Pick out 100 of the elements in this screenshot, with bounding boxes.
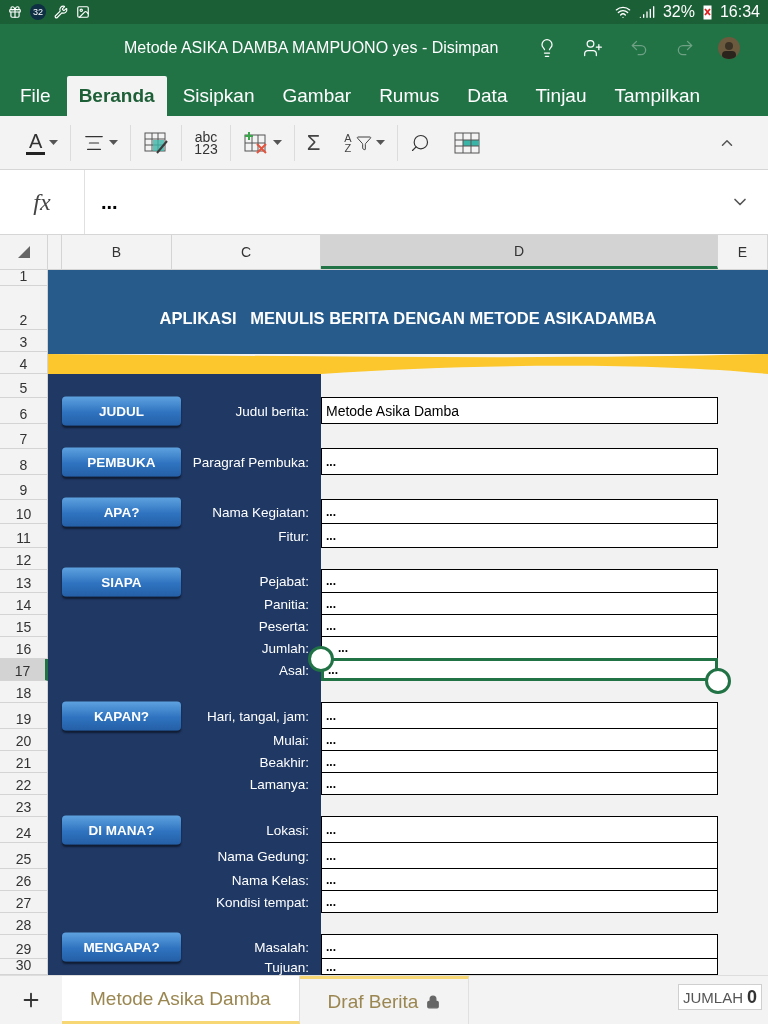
- caret-icon: [272, 140, 282, 145]
- row-header[interactable]: 22: [0, 773, 48, 795]
- row-header[interactable]: 3: [0, 330, 48, 352]
- table-cell[interactable]: Metode Asika Damba: [321, 397, 718, 424]
- row-header[interactable]: 4: [0, 352, 48, 374]
- table-cell[interactable]: ...: [321, 958, 718, 975]
- row-header[interactable]: 14: [0, 593, 48, 615]
- field-label: Nama Kelas:: [231, 872, 309, 888]
- row-header[interactable]: 17: [0, 659, 48, 681]
- sheet-tab[interactable]: Metode Asika Damba: [62, 976, 300, 1024]
- table-cell[interactable]: ...: [321, 868, 718, 891]
- row-header[interactable]: 11: [0, 524, 48, 548]
- select-all-icon[interactable]: [17, 246, 30, 258]
- table-cell[interactable]: ...: [321, 750, 718, 773]
- field-label: Nama Gedung:: [217, 848, 309, 864]
- table-cell[interactable]: ...: [321, 772, 718, 795]
- row-header[interactable]: 21: [0, 751, 48, 773]
- sum-label: JUMLAH: [682, 988, 743, 1006]
- table-cell[interactable]: ...: [321, 702, 718, 729]
- row-header[interactable]: 9: [0, 475, 48, 500]
- table-cell[interactable]: ...: [321, 569, 718, 593]
- row-header[interactable]: 19: [0, 703, 48, 729]
- row-header[interactable]: 28: [0, 913, 48, 935]
- row-header[interactable]: 29: [0, 935, 48, 959]
- row-header[interactable]: 5: [0, 374, 48, 398]
- section-button[interactable]: MENGAPA?: [62, 932, 181, 962]
- function-label[interactable]: fx: [0, 170, 85, 234]
- field-label: Judul berita:: [235, 403, 309, 419]
- banner-title: APLIKASI MENULIS BERITA DENGAN METODE ASIKADAMBA: [159, 308, 657, 328]
- table-cell[interactable]: ...: [321, 728, 718, 751]
- field-label: Mulai:: [273, 732, 309, 748]
- ribbon-tab[interactable]: Tinjau: [523, 76, 599, 116]
- section-button[interactable]: APA?: [62, 497, 181, 527]
- field-label: Panitia:: [263, 596, 309, 612]
- table-cell[interactable]: ...: [321, 592, 718, 615]
- field-label: Masalah:: [254, 939, 309, 955]
- field-label: Asal:: [279, 662, 309, 678]
- row-header[interactable]: 24: [0, 817, 48, 843]
- wifi-icon: [614, 4, 631, 20]
- table-cell[interactable]: ...: [321, 499, 718, 524]
- section-button[interactable]: SIAPA: [62, 567, 181, 596]
- ribbon-tab[interactable]: Rumus: [367, 76, 452, 116]
- field-label: Beakhir:: [259, 754, 309, 770]
- table-cell[interactable]: ...: [321, 934, 718, 959]
- signal-icon: [638, 4, 655, 20]
- ribbon-tab[interactable]: Gambar: [270, 76, 364, 116]
- row-header[interactable]: 12: [0, 548, 48, 570]
- sort-filter-button[interactable]: A Z: [332, 122, 397, 163]
- section-button[interactable]: KAPAN?: [62, 701, 181, 731]
- table-cell[interactable]: ...: [321, 614, 718, 637]
- ribbon-tab[interactable]: File: [8, 76, 63, 116]
- row-header[interactable]: 30: [0, 959, 48, 975]
- filter-icon: [355, 134, 372, 151]
- column-header[interactable]: D: [321, 235, 718, 269]
- row-header[interactable]: 18: [0, 681, 48, 703]
- row-header[interactable]: 20: [0, 729, 48, 751]
- battery-level: 32%: [662, 3, 695, 21]
- row-header[interactable]: 25: [0, 843, 48, 869]
- ribbon-tab[interactable]: Beranda: [66, 76, 167, 116]
- field-label: Peserta:: [258, 618, 309, 634]
- row-header[interactable]: 26: [0, 869, 48, 891]
- gift-icon: [8, 5, 22, 19]
- lock-icon: [426, 994, 441, 1009]
- row-header[interactable]: 27: [0, 891, 48, 913]
- row-header[interactable]: 7: [0, 424, 48, 449]
- ribbon-tab[interactable]: Sisipkan: [170, 76, 267, 116]
- row-header[interactable]: 16: [0, 637, 48, 659]
- table-cell[interactable]: ...: [321, 842, 718, 869]
- share-icon[interactable]: [583, 38, 604, 58]
- formula-field[interactable]: ...: [85, 190, 724, 214]
- row-header[interactable]: 2: [0, 286, 48, 330]
- table-cell[interactable]: ...: [321, 448, 718, 475]
- row-header[interactable]: 6: [0, 398, 48, 424]
- table-cell[interactable]: ...: [321, 816, 718, 843]
- table-cell[interactable]: ...: [321, 523, 718, 548]
- clock: 16:34: [719, 3, 760, 21]
- field-label: Jumlah:: [261, 640, 309, 656]
- number-format-button[interactable]: abc 123: [182, 122, 230, 163]
- document-title: Metode ASIKA DAMBA MAMPUONO yes - Disimpan: [124, 39, 499, 57]
- row-header[interactable]: 13: [0, 570, 48, 593]
- section-button[interactable]: PEMBUKA: [62, 447, 181, 477]
- table-cell[interactable]: ...: [321, 890, 718, 913]
- selection-handle[interactable]: [705, 668, 731, 694]
- section-button[interactable]: DI MANA?: [62, 815, 181, 845]
- table-icon: [453, 131, 480, 154]
- row-header[interactable]: 10: [0, 500, 48, 524]
- ribbon-tab[interactable]: Tampilkan: [602, 76, 713, 116]
- row-header[interactable]: 8: [0, 449, 48, 475]
- avatar[interactable]: [718, 37, 741, 59]
- section-button[interactable]: JUDUL: [62, 396, 181, 426]
- row-header[interactable]: 1: [0, 270, 48, 286]
- image-icon: [76, 5, 90, 19]
- table-cell[interactable]: ...: [321, 636, 718, 659]
- ribbon-tab[interactable]: Data: [455, 76, 520, 116]
- font-color-button[interactable]: A: [14, 122, 71, 163]
- row-header[interactable]: 23: [0, 795, 48, 817]
- field-label: Kondisi tempat:: [215, 894, 309, 910]
- sum-button[interactable]: Σ: [294, 122, 333, 163]
- table-cell[interactable]: ...: [321, 658, 718, 681]
- row-header[interactable]: 15: [0, 615, 48, 637]
